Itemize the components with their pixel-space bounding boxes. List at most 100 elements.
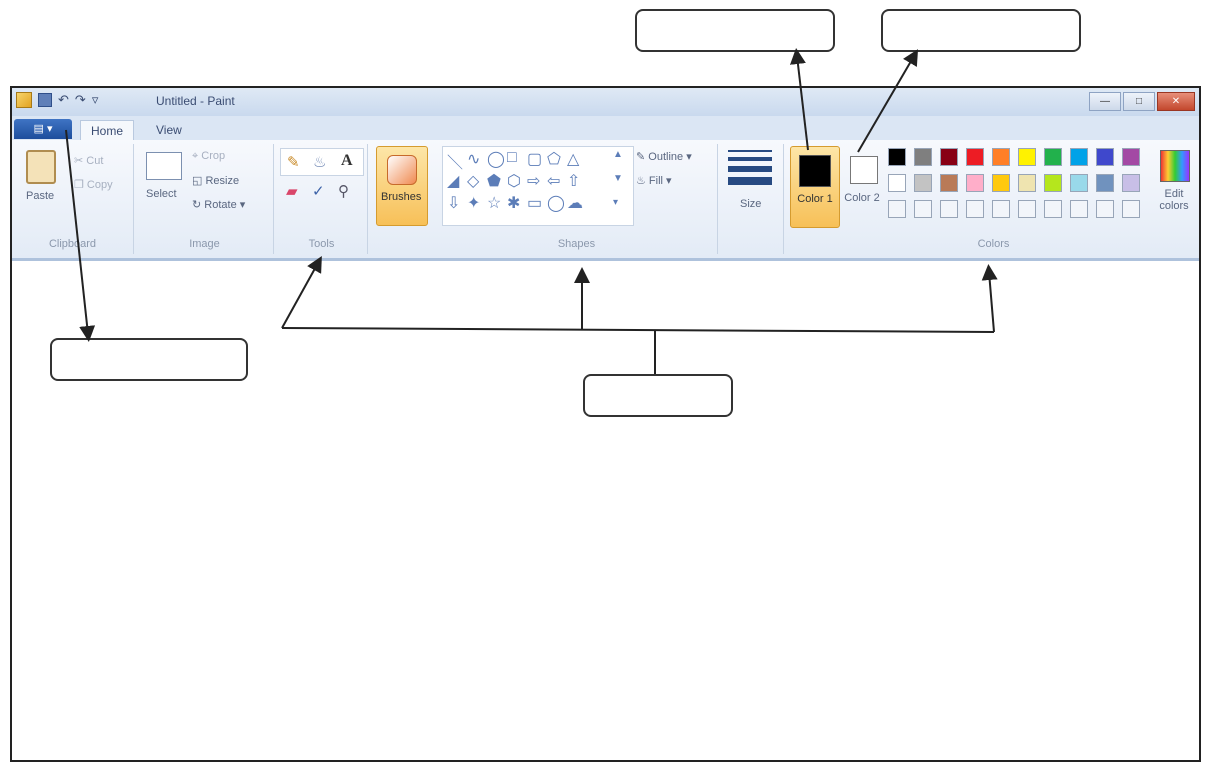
palette-swatch[interactable] [888, 174, 906, 192]
paste-button[interactable]: Paste [26, 190, 54, 202]
palette-swatch[interactable] [1070, 174, 1088, 192]
pencil-icon[interactable]: ✎ [287, 153, 300, 171]
copy-button[interactable]: ❐ Copy [74, 178, 113, 191]
palette-swatch[interactable] [940, 174, 958, 192]
text-icon[interactable]: A [341, 152, 353, 170]
rotate-button[interactable]: ↻ Rotate ▾ [192, 198, 245, 211]
paste-icon[interactable] [26, 150, 56, 184]
color-palette [888, 148, 1148, 228]
palette-swatch[interactable] [992, 148, 1010, 166]
rectangle-shape-icon[interactable]: □ [507, 149, 517, 167]
cloud-callout-shape-icon[interactable]: ☁ [567, 193, 583, 213]
edit-colors-button[interactable]: Edit colors [1154, 148, 1194, 228]
brushes-button[interactable]: Brushes [376, 146, 428, 226]
four-point-star-shape-icon[interactable]: ✦ [467, 193, 480, 213]
outline-button[interactable]: ✎ Outline ▾ [636, 150, 692, 163]
select-icon[interactable] [146, 152, 182, 180]
right-arrow-shape-icon[interactable]: ⇨ [527, 171, 540, 191]
custom-color-slot[interactable] [914, 200, 932, 218]
six-point-star-shape-icon[interactable]: ✱ [507, 193, 520, 213]
custom-color-slot[interactable] [1122, 200, 1140, 218]
color1-swatch [799, 155, 831, 187]
palette-swatch[interactable] [966, 174, 984, 192]
hexagon-shape-icon[interactable]: ⬡ [507, 171, 521, 191]
paint-app-icon[interactable] [16, 92, 32, 108]
down-arrow-shape-icon[interactable]: ⇩ [447, 193, 460, 213]
fill-bucket-icon[interactable]: ♨ [313, 153, 326, 171]
minimize-button[interactable]: — [1089, 92, 1121, 111]
palette-swatch[interactable] [888, 148, 906, 166]
custom-color-slot[interactable] [1044, 200, 1062, 218]
curve-shape-icon[interactable]: ∿ [467, 149, 480, 169]
palette-swatch[interactable] [1096, 174, 1114, 192]
line-shape-icon[interactable]: ＼ [447, 149, 463, 173]
color2-button[interactable]: Color 2 [842, 146, 882, 226]
drawing-canvas[interactable] [12, 261, 1199, 760]
customize-icon[interactable]: ▿ [92, 92, 99, 108]
crop-button[interactable]: ⌖ Crop [192, 150, 225, 163]
outline-label: Outline ▾ [648, 151, 692, 163]
diamond-shape-icon[interactable]: ◇ [467, 171, 479, 191]
color-picker-icon[interactable]: ✓ [312, 182, 325, 200]
custom-color-slot[interactable] [966, 200, 984, 218]
maximize-button[interactable]: □ [1123, 92, 1155, 111]
right-triangle-shape-icon[interactable]: ◢ [447, 171, 459, 191]
custom-color-slot[interactable] [1096, 200, 1114, 218]
oval-shape-icon[interactable]: ◯ [487, 149, 505, 169]
oval-callout-shape-icon[interactable]: ◯ [547, 193, 565, 213]
palette-swatch[interactable] [1122, 174, 1140, 192]
redo-icon[interactable]: ↷ [75, 92, 86, 108]
color1-button[interactable]: Color 1 [790, 146, 840, 228]
brush-icon [387, 155, 417, 185]
polygon-shape-icon[interactable]: ⬠ [547, 149, 561, 169]
palette-swatch[interactable] [1070, 148, 1088, 166]
palette-swatch[interactable] [1018, 148, 1036, 166]
gallery-scroll-down-icon[interactable]: ▼ [613, 173, 623, 184]
custom-color-slot[interactable] [940, 200, 958, 218]
palette-swatch[interactable] [1122, 148, 1140, 166]
paint-window: ↶ ↷ ▿ Untitled - Paint — □ ✕ ▤ ▾ Home Vi… [10, 86, 1201, 762]
up-arrow-shape-icon[interactable]: ⇧ [567, 171, 580, 191]
eraser-icon[interactable]: ▰ [286, 182, 298, 200]
shapes-gallery[interactable]: ＼ ∿ ◯ □ ▢ ⬠ △ ◢ ◇ ⬟ ⬡ ⇨ ⇦ ⇧ ⇩ ✦ ☆ ✱ ▭ ◯ [442, 146, 634, 226]
callout-shape-icon[interactable]: ▭ [527, 193, 542, 213]
five-point-star-shape-icon[interactable]: ☆ [487, 193, 501, 213]
magnifier-icon[interactable]: ⚲ [338, 182, 349, 200]
pentagon-shape-icon[interactable]: ⬟ [487, 171, 501, 191]
save-icon[interactable] [38, 93, 52, 107]
size-button[interactable]: Size [740, 198, 761, 210]
palette-swatch[interactable] [914, 174, 932, 192]
custom-color-slot[interactable] [1070, 200, 1088, 218]
custom-color-slot[interactable] [888, 200, 906, 218]
undo-icon[interactable]: ↶ [58, 92, 69, 108]
brushes-label: Brushes [381, 191, 422, 203]
cut-button[interactable]: ✂ Cut [74, 154, 103, 167]
palette-swatch[interactable] [1044, 174, 1062, 192]
select-button[interactable]: Select [146, 188, 177, 200]
palette-swatch[interactable] [940, 148, 958, 166]
palette-swatch[interactable] [966, 148, 984, 166]
palette-swatch[interactable] [1018, 174, 1036, 192]
custom-color-slot[interactable] [1018, 200, 1036, 218]
gallery-scroll-up-icon[interactable]: ▲ [613, 149, 623, 160]
custom-color-slot[interactable] [992, 200, 1010, 218]
resize-button[interactable]: ◱ Resize [192, 174, 239, 187]
fill-button[interactable]: ♨ Fill ▾ [636, 174, 672, 187]
window-title: Untitled - Paint [156, 94, 235, 108]
callout-box-color2 [881, 9, 1081, 52]
palette-swatch[interactable] [914, 148, 932, 166]
gallery-expand-icon[interactable]: ▾ [613, 197, 618, 208]
left-arrow-shape-icon[interactable]: ⇦ [547, 171, 560, 191]
tools-group: ✎ ♨ A ▰ ✓ ⚲ Tools [276, 144, 368, 254]
close-button[interactable]: ✕ [1157, 92, 1195, 111]
rounded-rectangle-shape-icon[interactable]: ▢ [527, 149, 542, 169]
palette-swatch[interactable] [1096, 148, 1114, 166]
tab-view[interactable]: View [146, 120, 192, 140]
quick-access-toolbar: ↶ ↷ ▿ [16, 92, 98, 108]
tab-home[interactable]: Home [80, 120, 135, 141]
size-icon[interactable] [728, 150, 772, 185]
palette-swatch[interactable] [992, 174, 1010, 192]
paint-menu-button[interactable]: ▤ ▾ [14, 119, 72, 139]
triangle-shape-icon[interactable]: △ [567, 149, 579, 169]
palette-swatch[interactable] [1044, 148, 1062, 166]
